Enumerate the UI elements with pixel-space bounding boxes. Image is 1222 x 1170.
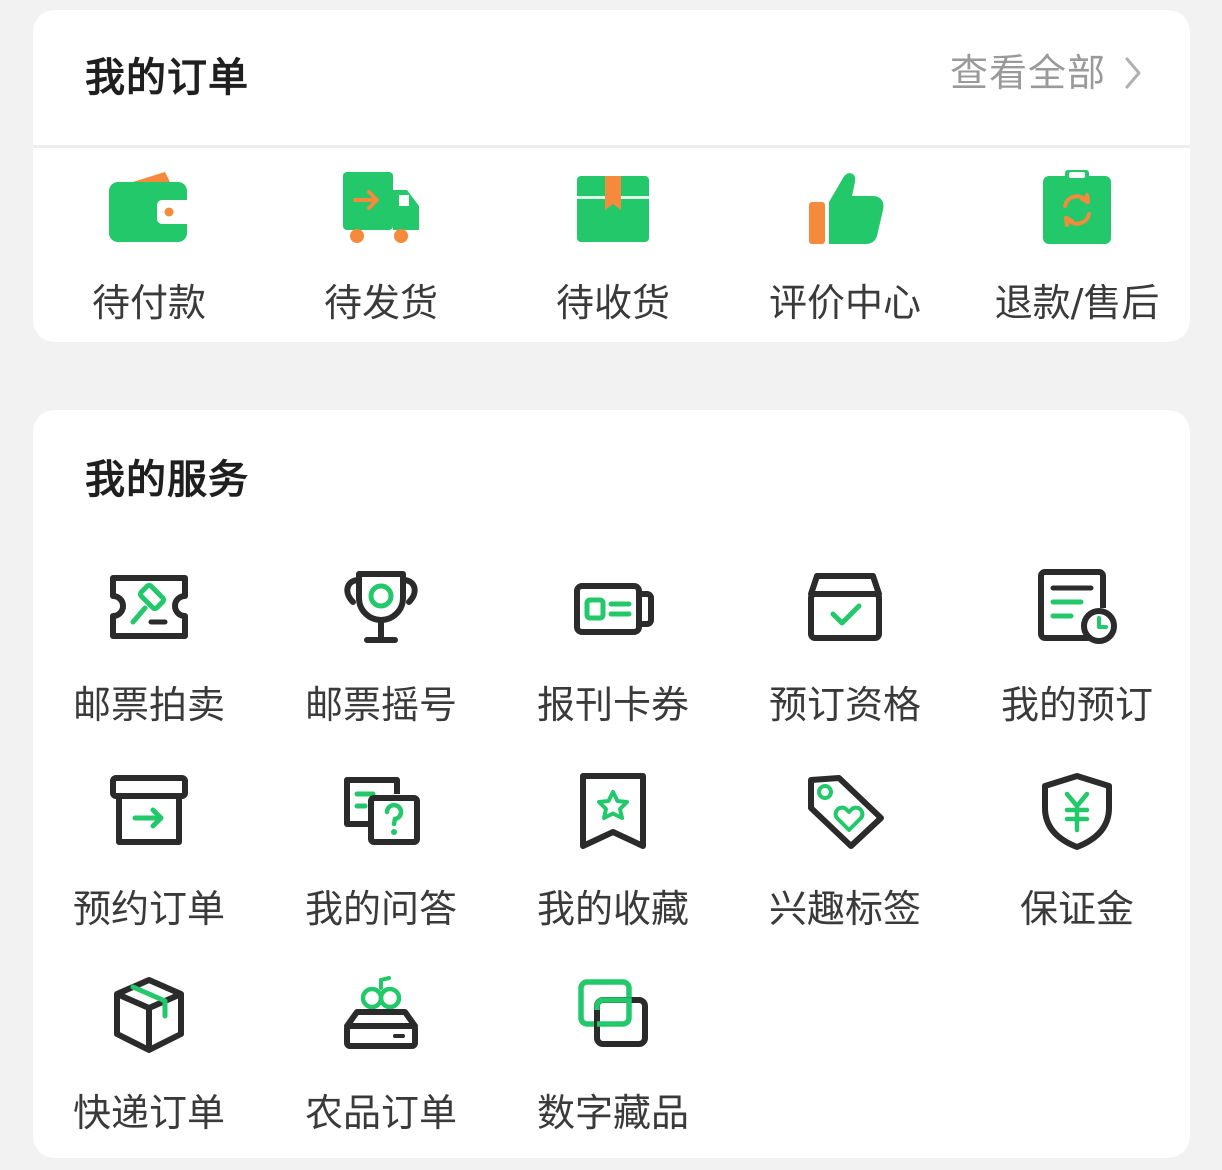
thumbs-up-icon: [809, 173, 884, 244]
service-item-appointment-orders[interactable]: 预约订单: [33, 772, 265, 928]
tag-heart-icon: [808, 775, 884, 849]
service-item-label: 保证金: [1019, 887, 1134, 931]
bookmark-star-icon: [580, 773, 646, 849]
order-item-pending-receipt[interactable]: 待收货: [497, 170, 729, 322]
package-box-icon: [577, 176, 649, 242]
reservation-box-check-icon: [808, 573, 882, 641]
orders-card: 我的订单 查看全部 待付款 待发货 待收货 评价中心 退款/售后: [33, 10, 1190, 342]
service-item-stamp-lottery[interactable]: 邮票摇号: [265, 568, 497, 724]
auction-ticket-icon: [110, 575, 188, 639]
service-item-label: 我的预订: [1000, 683, 1153, 727]
orders-divider: [33, 145, 1190, 148]
service-item-label: 邮票拍卖: [72, 683, 225, 727]
service-item-digital-collectibles[interactable]: 数字藏品: [497, 976, 729, 1132]
refund-clipboard-icon: [1043, 170, 1111, 244]
parcel-cube-icon: [114, 977, 184, 1053]
service-item-label: 农品订单: [304, 1091, 457, 1135]
services-card: 我的服务 邮票拍卖 邮票摇号 报刊卡券 预订资格 我的预订 预约订单 我的问答 …: [33, 410, 1190, 1158]
document-clock-icon: [1038, 569, 1117, 644]
chevron-right-icon: [1125, 57, 1141, 89]
wallet-icon: [109, 172, 191, 242]
service-item-label: 快递订单: [72, 1091, 225, 1135]
card-coupon-icon: [574, 583, 654, 635]
service-item-label: 我的问答: [304, 887, 457, 931]
order-item-pending-payment[interactable]: 待付款: [33, 170, 265, 322]
order-item-pending-shipment[interactable]: 待发货: [265, 170, 497, 322]
service-item-label: 预约订单: [72, 887, 225, 931]
service-item-express-orders[interactable]: 快递订单: [33, 976, 265, 1132]
digital-collection-icon: [578, 979, 648, 1047]
service-item-my-favorites[interactable]: 我的收藏: [497, 772, 729, 928]
shield-yen-icon: [1042, 773, 1112, 850]
service-item-label: 报刊卡券: [536, 683, 689, 727]
service-item-interest-tags[interactable]: 兴趣标签: [729, 772, 961, 928]
view-all-label: 查看全部: [949, 51, 1106, 95]
service-item-my-reservations[interactable]: 我的预订: [961, 568, 1190, 724]
order-item-label: 评价中心: [768, 281, 921, 325]
service-item-reservation-eligibility[interactable]: 预订资格: [729, 568, 961, 724]
service-item-stamp-auction[interactable]: 邮票拍卖: [33, 568, 265, 724]
view-all-orders-link[interactable]: 查看全部: [950, 54, 1142, 92]
service-item-newspaper-coupons[interactable]: 报刊卡券: [497, 568, 729, 724]
service-item-my-qa[interactable]: 我的问答: [265, 772, 497, 928]
box-arrow-icon: [110, 775, 188, 845]
order-item-label: 待收货: [555, 281, 670, 325]
service-item-label: 邮票摇号: [304, 683, 457, 727]
service-item-label: 预订资格: [768, 683, 921, 727]
order-item-label: 待付款: [91, 281, 206, 325]
question-chat-icon: [344, 777, 420, 845]
order-item-review-center[interactable]: 评价中心: [729, 170, 961, 322]
order-item-label: 退款/售后: [994, 281, 1160, 325]
orders-title: 我的订单: [85, 55, 249, 101]
service-item-label: 数字藏品: [536, 1091, 689, 1135]
order-item-label: 待发货: [323, 281, 438, 325]
produce-crate-icon: [344, 976, 418, 1049]
order-item-refund-aftersales[interactable]: 退款/售后: [961, 170, 1190, 322]
service-item-agricultural-orders[interactable]: 农品订单: [265, 976, 497, 1132]
trophy-icon: [344, 571, 418, 643]
service-item-deposit[interactable]: 保证金: [961, 772, 1190, 928]
delivery-truck-icon: [343, 172, 419, 243]
service-item-label: 兴趣标签: [768, 887, 921, 931]
service-item-label: 我的收藏: [536, 887, 689, 931]
services-title: 我的服务: [85, 457, 249, 503]
